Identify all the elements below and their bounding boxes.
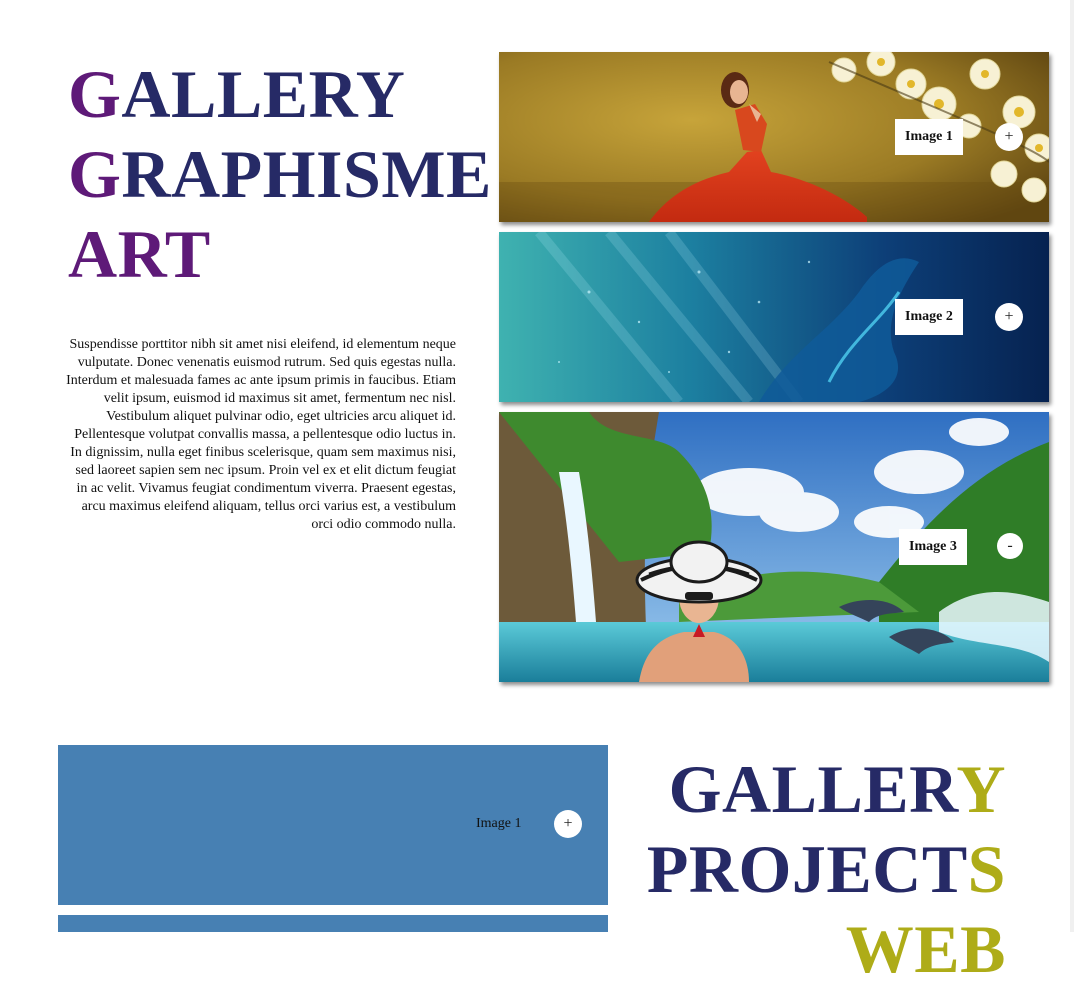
panel-2-expand-button[interactable]: + <box>995 303 1023 331</box>
title-line-graphisme: GRAPHISME <box>68 136 492 212</box>
projects-panel-2[interactable] <box>58 915 608 932</box>
gallery-panel-3[interactable]: Image 3 - <box>499 412 1049 682</box>
title-line-projects: PROJECTS <box>646 831 1006 907</box>
projects-panel-1-label: Image 1 <box>476 816 522 831</box>
gallery-projects-title: GALLERY PROJECTS WEB <box>647 749 1006 989</box>
panel-1-label: Image 1 <box>895 119 963 155</box>
title-line-gallery: GALLERY <box>68 56 406 132</box>
panel-1-expand-button[interactable]: + <box>995 123 1023 151</box>
title-line-web: WEB <box>845 911 1006 987</box>
gallery-graphisme-title: GALLERY GRAPHISME ART <box>68 54 492 294</box>
gallery-panel-2[interactable]: Image 2 + <box>499 232 1049 402</box>
projects-panel-1[interactable]: Image 1 + <box>58 745 608 905</box>
title-line-gallery-2: GALLERY <box>668 751 1006 827</box>
panel-3-label: Image 3 <box>899 529 967 565</box>
panel-2-label: Image 2 <box>895 299 963 335</box>
panel-3-collapse-button[interactable]: - <box>997 533 1023 559</box>
woman-red-dress-image <box>499 52 1049 222</box>
projects-panel-1-expand-button[interactable]: + <box>554 810 582 838</box>
gallery-panel-1[interactable]: Image 1 + <box>499 52 1049 222</box>
page-scrollbar[interactable] <box>1070 0 1074 932</box>
underwater-scene-image <box>499 232 1049 402</box>
intro-paragraph: Suspendisse porttitor nibh sit amet nisi… <box>66 337 456 532</box>
title-line-art: ART <box>68 216 211 292</box>
